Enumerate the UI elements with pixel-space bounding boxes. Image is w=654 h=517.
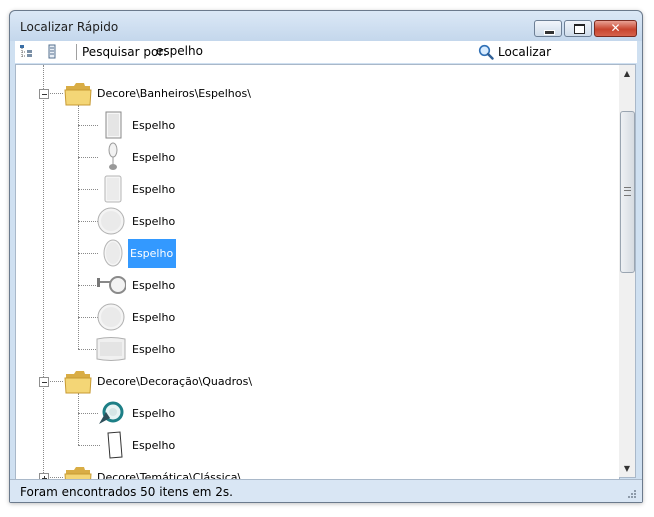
- tree-root-line: [43, 65, 44, 479]
- tree-connector: [78, 285, 98, 286]
- tree-connector: [78, 189, 98, 190]
- search-input[interactable]: [154, 42, 473, 60]
- tree-connector: [78, 221, 98, 222]
- tree-connector: [78, 253, 98, 254]
- window-title: Localizar Rápido: [20, 20, 119, 34]
- title-bar[interactable]: Localizar Rápido ✕: [10, 11, 642, 41]
- tree-branch-line: [78, 105, 79, 349]
- scroll-thumb[interactable]: [620, 111, 635, 273]
- result-item-label[interactable]: Espelho: [130, 407, 177, 420]
- tree-connector: [78, 349, 96, 350]
- group-path-label[interactable]: Decore\Banheiros\Espelhos\: [97, 87, 251, 100]
- folder-icon: [64, 467, 92, 479]
- expand-tree-icon[interactable]: [45, 44, 59, 59]
- maximize-icon: [574, 24, 585, 34]
- status-bar: Foram encontrados 50 itens em 2s.: [10, 479, 642, 502]
- mirror-ornate-icon: [99, 401, 124, 424]
- tree-branch-line: [78, 393, 79, 445]
- locate-button[interactable]: Localizar: [478, 42, 578, 61]
- result-item-label[interactable]: Espelho: [130, 439, 177, 452]
- result-item-label[interactable]: Espelho: [130, 343, 177, 356]
- results-tree[interactable]: Decore\Banheiros\Espelhos\ Espelho Espel…: [15, 64, 620, 480]
- close-button[interactable]: ✕: [594, 20, 637, 37]
- collapse-group-toggle[interactable]: [39, 89, 49, 99]
- scroll-up-button[interactable]: ▲: [619, 65, 635, 82]
- mirror-oval-icon: [103, 239, 123, 267]
- result-item-label[interactable]: Espelho: [130, 119, 177, 132]
- maximize-button[interactable]: [564, 20, 592, 37]
- mirror-stand-icon: [108, 142, 118, 170]
- resize-grip-icon[interactable]: [626, 488, 636, 498]
- result-item-label[interactable]: Espelho: [130, 215, 177, 228]
- group-path-label[interactable]: Decore\Decoração\Quadros\: [97, 375, 252, 388]
- localizar-window: Localizar Rápido ✕ Pesquisar por: espelh…: [9, 10, 643, 503]
- locate-label: Localizar: [498, 45, 552, 59]
- toolbar: Pesquisar por: Localizar: [15, 41, 637, 63]
- mirror-rect-icon: [105, 111, 122, 139]
- scroll-down-button[interactable]: ▼: [619, 460, 635, 477]
- minimize-icon: [544, 30, 555, 35]
- mirror-wide-icon: [96, 337, 126, 361]
- minimize-button[interactable]: [534, 20, 562, 37]
- collapse-group-toggle[interactable]: [39, 377, 49, 387]
- mirror-round-icon: [97, 303, 125, 331]
- result-item-label[interactable]: Espelho: [130, 183, 177, 196]
- tree-connector: [78, 413, 98, 414]
- tree-connector: [78, 125, 98, 126]
- result-item-label[interactable]: Espelho: [130, 311, 177, 324]
- tree-connector: [78, 317, 98, 318]
- result-item-label[interactable]: Espelho: [130, 151, 177, 164]
- tree-scrollbar[interactable]: ▲ ▼: [619, 64, 636, 478]
- mirror-arm-icon: [97, 276, 126, 294]
- collapse-tree-icon[interactable]: [19, 44, 33, 59]
- result-item-label[interactable]: Espelho: [130, 279, 177, 292]
- grip-icon: [624, 187, 631, 196]
- tree-connector: [78, 157, 98, 158]
- toolbar-separator: [76, 44, 77, 60]
- close-icon: ✕: [610, 21, 621, 35]
- result-item-label-selected[interactable]: Espelho: [128, 239, 177, 268]
- mirror-frame-icon: [107, 431, 123, 459]
- mirror-tall-icon: [104, 175, 122, 203]
- search-icon: [478, 44, 494, 60]
- folder-icon: [64, 83, 92, 106]
- tree-connector: [78, 445, 100, 446]
- status-text: Foram encontrados 50 itens em 2s.: [20, 485, 233, 499]
- folder-icon: [64, 371, 92, 394]
- mirror-round-icon: [97, 207, 125, 235]
